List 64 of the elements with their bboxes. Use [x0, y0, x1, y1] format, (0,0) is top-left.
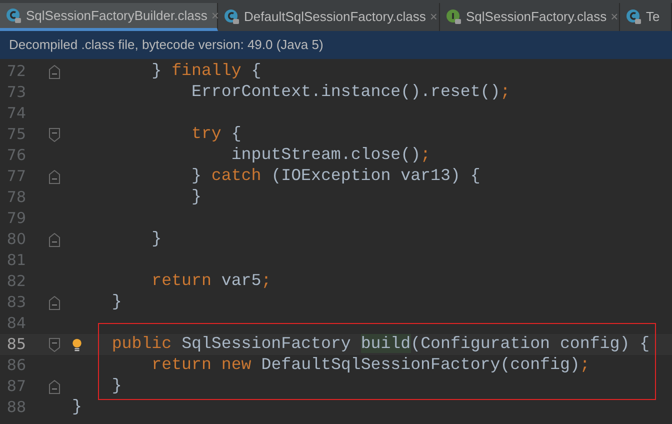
- class-icon: [626, 9, 642, 25]
- tab-label: Te: [646, 8, 660, 26]
- code-token: SqlSessionFactory: [182, 334, 352, 354]
- line-number: 82: [6, 271, 26, 292]
- info-bar: Decompiled .class file, bytecode version: 49.0 (Java 5): [0, 31, 672, 59]
- code-token: }: [192, 166, 202, 186]
- tab-label: SqlSessionFactory.class: [466, 8, 607, 26]
- code-token: build: [360, 334, 411, 354]
- line-number: 81: [6, 250, 26, 272]
- code-token: ;: [580, 355, 590, 374]
- code-token: ;: [500, 82, 510, 102]
- code-token: try: [192, 124, 222, 144]
- fold-marker-icon[interactable]: [49, 64, 60, 78]
- fold-marker-icon[interactable]: [49, 128, 60, 142]
- fold-marker-icon[interactable]: [49, 380, 60, 394]
- code-token: }: [152, 229, 162, 248]
- code-token: ;: [261, 271, 272, 290]
- line-number: 79: [6, 208, 26, 230]
- code-token: return new: [152, 355, 252, 374]
- line-number: 85: [6, 334, 26, 356]
- lightbulb-icon[interactable]: [72, 338, 82, 352]
- fold-marker-icon[interactable]: [49, 296, 60, 310]
- code-token: }: [112, 292, 122, 312]
- line-number: 78: [6, 187, 26, 208]
- code-token: {: [251, 61, 262, 80]
- code-token: inputStream.close(): [231, 145, 421, 164]
- code-token: }: [152, 61, 163, 80]
- code-token: finally: [172, 61, 242, 80]
- code-token: }: [72, 397, 82, 416]
- line-number: 88: [6, 397, 26, 418]
- line-number: 84: [6, 313, 26, 334]
- code-token: var5: [221, 271, 262, 290]
- class-icon: [6, 8, 22, 24]
- line-number: 73: [6, 82, 26, 104]
- close-icon[interactable]: ×: [610, 7, 618, 27]
- line-number: 86: [6, 355, 26, 376]
- close-icon[interactable]: ×: [430, 7, 438, 27]
- code-token: }: [112, 376, 122, 396]
- line-number: 83: [6, 292, 26, 314]
- line-number: 76: [6, 145, 26, 166]
- fold-marker-icon[interactable]: [49, 338, 60, 352]
- fold-marker-icon[interactable]: [49, 170, 60, 184]
- line-number: 77: [6, 166, 26, 188]
- code-token: DefaultSqlSessionFactory(config): [261, 355, 580, 374]
- tab-label: DefaultSqlSessionFactory.class: [244, 8, 426, 26]
- tab-label: SqlSessionFactoryBuilder.class: [26, 6, 208, 25]
- class-icon: [224, 9, 240, 25]
- code-token: }: [192, 187, 202, 206]
- code-token: public: [112, 334, 172, 354]
- line-number: 74: [6, 103, 26, 124]
- code-token: (IOException var13) {: [271, 166, 480, 186]
- fold-marker-icon[interactable]: [49, 232, 60, 246]
- line-number: 72: [6, 61, 26, 82]
- code-token: (Configuration config) {: [410, 334, 650, 354]
- code-token: ErrorContext.instance().reset(): [192, 82, 500, 102]
- code-token: ;: [420, 145, 430, 164]
- line-number: 87: [6, 376, 26, 398]
- line-number: 80: [6, 229, 26, 250]
- interface-icon: [446, 9, 462, 25]
- line-number: 75: [6, 124, 26, 146]
- code-token: {: [231, 124, 242, 144]
- code-token: return: [152, 271, 212, 290]
- editor-tab[interactable]: SqlSessionFactoryBuilder.class ×: [0, 3, 218, 31]
- code-token: catch: [211, 166, 262, 186]
